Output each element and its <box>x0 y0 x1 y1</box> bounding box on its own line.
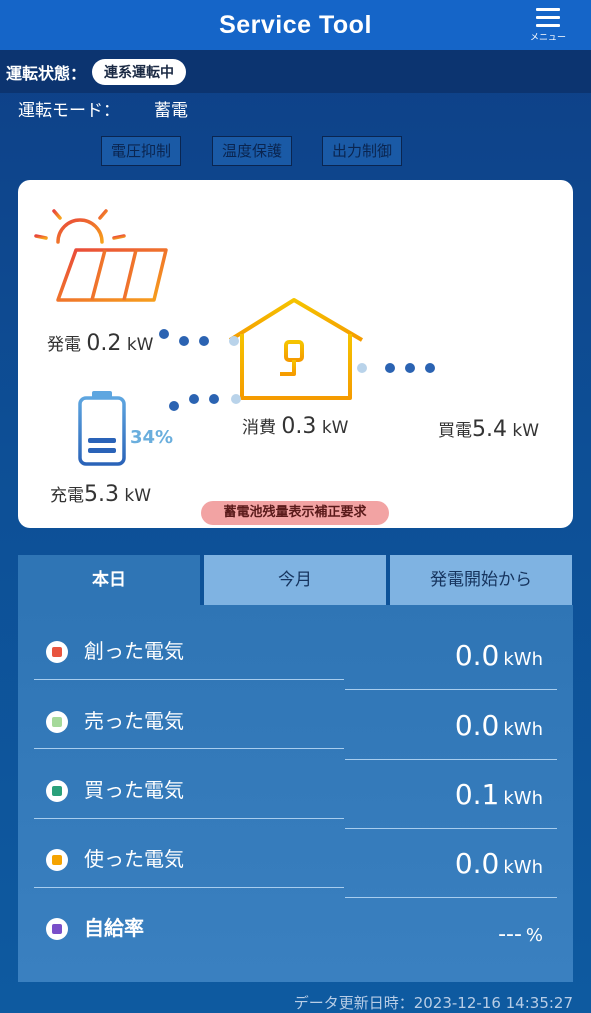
stat-row-self-sufficiency: 自給率 ---% <box>18 882 573 952</box>
stat-row-generated: 創った電気 0.0 kWh <box>18 605 573 675</box>
app-header: Service Tool メニュー <box>0 0 591 50</box>
utility-pole-icon <box>456 288 524 402</box>
energy-flow-card: 発電 0.2 kW 消費 0.3 kW 買電5.4 kW 充電5.3 kW 34… <box>18 180 573 528</box>
status-label: 運転状態： <box>6 63 87 83</box>
used-color-icon <box>46 849 68 871</box>
charge-label: 充電 <box>50 486 84 506</box>
stat-value-self-sufficiency: ---% <box>498 922 543 947</box>
hamburger-icon <box>536 8 560 32</box>
stat-value-sold: 0.0 kWh <box>455 709 543 742</box>
stat-number-used: 0.0 <box>454 847 500 880</box>
mode-value: 蓄電 <box>154 101 188 121</box>
flag-output-control: 出力制御 <box>322 136 403 166</box>
data-update-timestamp: データ更新日時：2023-12-16 14:35:27 <box>293 994 573 1012</box>
energy-stats-panel: 創った電気 0.0 kWh 売った電気 0.0 kWh 買った電気 0.1 kWh 使… <box>18 605 573 982</box>
stat-label-self-sufficiency: 自給率 <box>84 916 144 940</box>
status-badge: 連系運転中 <box>92 58 187 85</box>
stat-number-sold: 0.0 <box>454 709 500 742</box>
period-tabs: 本日 今月 発電開始から <box>18 555 573 605</box>
generated-color-icon <box>46 641 68 663</box>
tab-this-month[interactable]: 今月 <box>204 555 386 605</box>
purchase-label: 買電 <box>438 421 472 441</box>
stat-unit-used: kWh <box>503 857 543 878</box>
stat-label-bought: 買った電気 <box>84 778 184 802</box>
flag-temperature-protection: 温度保護 <box>212 136 293 166</box>
stat-unit-self-sufficiency: % <box>525 925 543 946</box>
battery-correction-warning[interactable]: 蓄電池残量表示補正要求 <box>201 501 389 525</box>
stat-label-used: 使った電気 <box>84 847 184 871</box>
stat-row-used: 使った電気 0.0 kWh <box>18 813 573 883</box>
purchase-value: 5.4 <box>472 417 507 442</box>
menu-button[interactable]: メニュー <box>530 8 567 46</box>
status-bar: 運転状態： 連系運転中 <box>0 50 591 93</box>
mode-row: 運転モード： 蓄電 <box>18 96 188 121</box>
stat-value-generated: 0.0 kWh <box>455 639 543 672</box>
tab-today[interactable]: 本日 <box>18 555 200 605</box>
mode-label: 運転モード： <box>18 101 120 121</box>
menu-label: メニュー <box>530 33 567 43</box>
stat-row-sold: 売った電気 0.0 kWh <box>18 675 573 745</box>
generation-unit: kW <box>126 335 154 355</box>
consumption-reading: 消費 0.3 kW <box>242 413 348 439</box>
purchase-reading: 買電5.4 kW <box>438 416 539 442</box>
app-title: Service Tool <box>219 10 372 39</box>
purchase-unit: kW <box>512 421 540 441</box>
charge-reading: 充電5.3 kW <box>50 481 151 507</box>
stat-unit-bought: kWh <box>503 788 543 809</box>
sold-color-icon <box>46 711 68 733</box>
battery-icon <box>78 391 126 466</box>
flow-dots-charge <box>169 394 241 411</box>
stat-number-generated: 0.0 <box>454 639 500 672</box>
stat-value-bought: 0.1 kWh <box>455 778 543 811</box>
house-icon <box>228 298 364 400</box>
solar-panel-icon <box>56 248 168 314</box>
stat-label-generated: 創った電気 <box>84 639 184 663</box>
flag-voltage-suppression: 電圧抑制 <box>101 136 182 166</box>
battery-percent: 34% <box>130 427 174 448</box>
sun-icon <box>34 198 126 244</box>
flow-dots-generation <box>159 329 239 346</box>
stat-value-used: 0.0 kWh <box>455 847 543 880</box>
generation-label: 発電 <box>47 335 81 355</box>
generation-reading: 発電 0.2 kW <box>47 330 153 356</box>
consumption-label: 消費 <box>242 418 276 438</box>
generation-value: 0.2 <box>86 331 122 356</box>
bought-color-icon <box>46 780 68 802</box>
charge-unit: kW <box>124 486 152 506</box>
flow-dots-purchase <box>357 363 435 373</box>
stat-row-bought: 買った電気 0.1 kWh <box>18 744 573 814</box>
charge-value: 5.3 <box>84 482 119 507</box>
stat-label-sold: 売った電気 <box>84 709 184 733</box>
self-sufficiency-color-icon <box>46 918 68 940</box>
tab-since-start[interactable]: 発電開始から <box>390 555 572 605</box>
stat-unit-generated: kWh <box>503 649 543 670</box>
consumption-unit: kW <box>321 418 349 438</box>
stat-number-self-sufficiency: --- <box>498 922 522 947</box>
stat-number-bought: 0.1 <box>454 778 500 811</box>
consumption-value: 0.3 <box>281 414 317 439</box>
stat-unit-sold: kWh <box>503 719 543 740</box>
